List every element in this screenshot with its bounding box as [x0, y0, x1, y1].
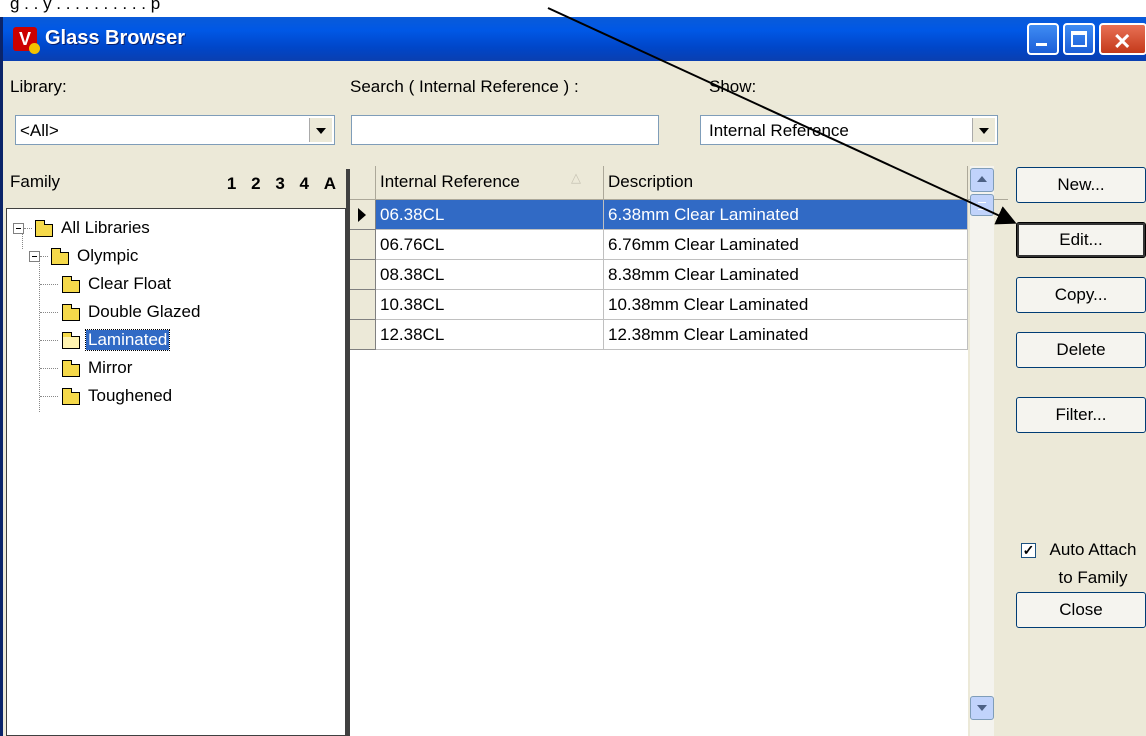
annotation-arrow: [547, 7, 1017, 225]
